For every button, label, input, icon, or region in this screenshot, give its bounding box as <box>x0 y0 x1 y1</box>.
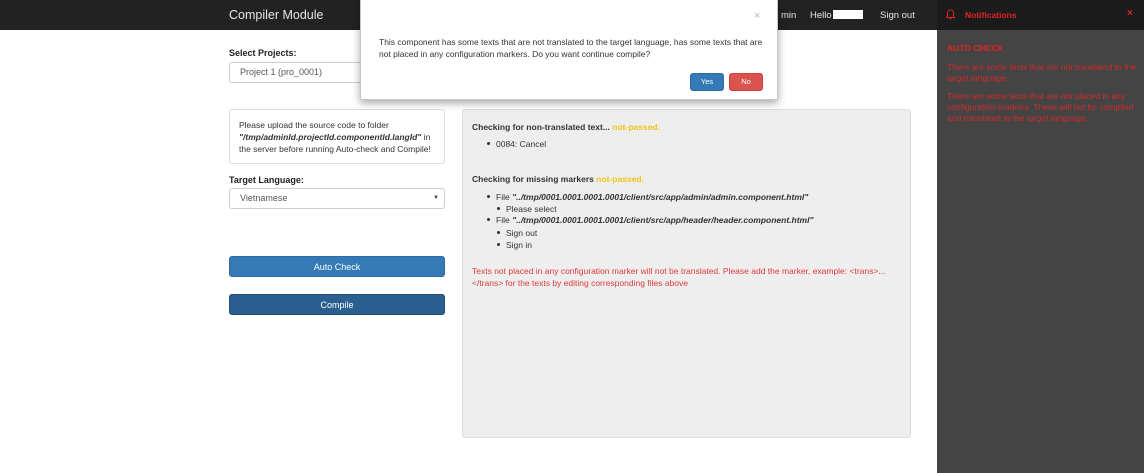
bell-icon <box>945 9 956 22</box>
notifications-header: Notifications × <box>937 0 1144 30</box>
non-translated-status: not-passed. <box>612 122 660 132</box>
dialog-message: This component has some texts that are n… <box>379 37 763 59</box>
missing-markers-heading-text: Checking for missing markers <box>472 174 594 184</box>
info-in: in <box>421 132 431 142</box>
list-item: Sign out <box>497 228 537 238</box>
missing-text: Sign in <box>506 240 532 250</box>
language-label: Target Language: <box>229 175 304 185</box>
hello-label: Hello <box>810 10 832 21</box>
results-panel: Checking for non-translated text... not-… <box>462 109 911 438</box>
non-translated-heading: Checking for non-translated text... not-… <box>472 122 660 132</box>
yes-button[interactable]: Yes <box>690 73 724 91</box>
list-item: Sign in <box>497 240 532 250</box>
missing-text: Sign out <box>506 228 538 238</box>
language-select[interactable]: Vietnamese ▼ <box>229 188 445 209</box>
projects-label: Select Projects: <box>229 48 297 58</box>
info-line-1: Please upload the source code to folder <box>239 120 389 130</box>
notifications-panel: Notifications × AUTO CHECK There are som… <box>937 0 1144 473</box>
missing-text: Please select <box>506 204 557 214</box>
non-translated-heading-text: Checking for non-translated text... <box>472 122 610 132</box>
notification-message: There are some texts that are not transl… <box>947 62 1136 83</box>
missing-markers-status: not-passed. <box>596 174 644 184</box>
notifications-title: Notifications <box>965 10 1017 20</box>
file-label: File <box>496 215 513 225</box>
file-path: "../tmp/0001.0001.0001.0001/client/src/a… <box>512 192 809 202</box>
confirm-compile-dialog: × This component has some texts that are… <box>360 0 778 100</box>
marker-warning: Texts not placed in any configuration ma… <box>472 266 886 288</box>
close-icon[interactable]: × <box>754 10 760 22</box>
project-select[interactable]: Project 1 (pro_0001) <box>229 62 369 83</box>
list-item: 0084: Cancel <box>487 139 546 149</box>
caret-down-icon: ▼ <box>433 195 439 201</box>
admin-link[interactable]: min <box>781 10 796 21</box>
info-path: "/tmp/adminId.projectId.componentId.lang… <box>239 132 422 142</box>
file-label: File <box>496 192 513 202</box>
no-button[interactable]: No <box>729 73 763 91</box>
project-select-value: Project 1 (pro_0001) <box>240 67 323 77</box>
non-translated-item: 0084: Cancel <box>496 139 547 149</box>
redacted-username <box>832 10 863 19</box>
compile-button[interactable]: Compile <box>229 294 445 315</box>
user-greeting: Hello <box>810 10 863 21</box>
missing-markers-heading: Checking for missing markers not-passed. <box>472 174 644 184</box>
close-icon[interactable]: × <box>1127 8 1133 19</box>
upload-instructions: Please upload the source code to folder … <box>229 109 445 164</box>
list-item: Please select <box>497 204 557 214</box>
info-line-3: the server before running Auto-check and… <box>239 144 431 154</box>
app-brand[interactable]: Compiler Module <box>229 8 323 22</box>
notification-message: There are some texts that are not placed… <box>947 91 1134 123</box>
sign-out-link[interactable]: Sign out <box>880 10 915 21</box>
auto-check-section-title: AUTO CHECK <box>947 43 1004 53</box>
file-path: "../tmp/0001.0001.0001.0001/client/src/a… <box>512 215 814 225</box>
auto-check-button[interactable]: Auto Check <box>229 256 445 277</box>
file-item: File "../tmp/0001.0001.0001.0001/client/… <box>487 215 814 225</box>
info-line-2: "/tmp/adminId.projectId.componentId.lang… <box>239 131 435 143</box>
language-select-value: Vietnamese <box>240 193 288 203</box>
file-item: File "../tmp/0001.0001.0001.0001/client/… <box>487 192 808 202</box>
